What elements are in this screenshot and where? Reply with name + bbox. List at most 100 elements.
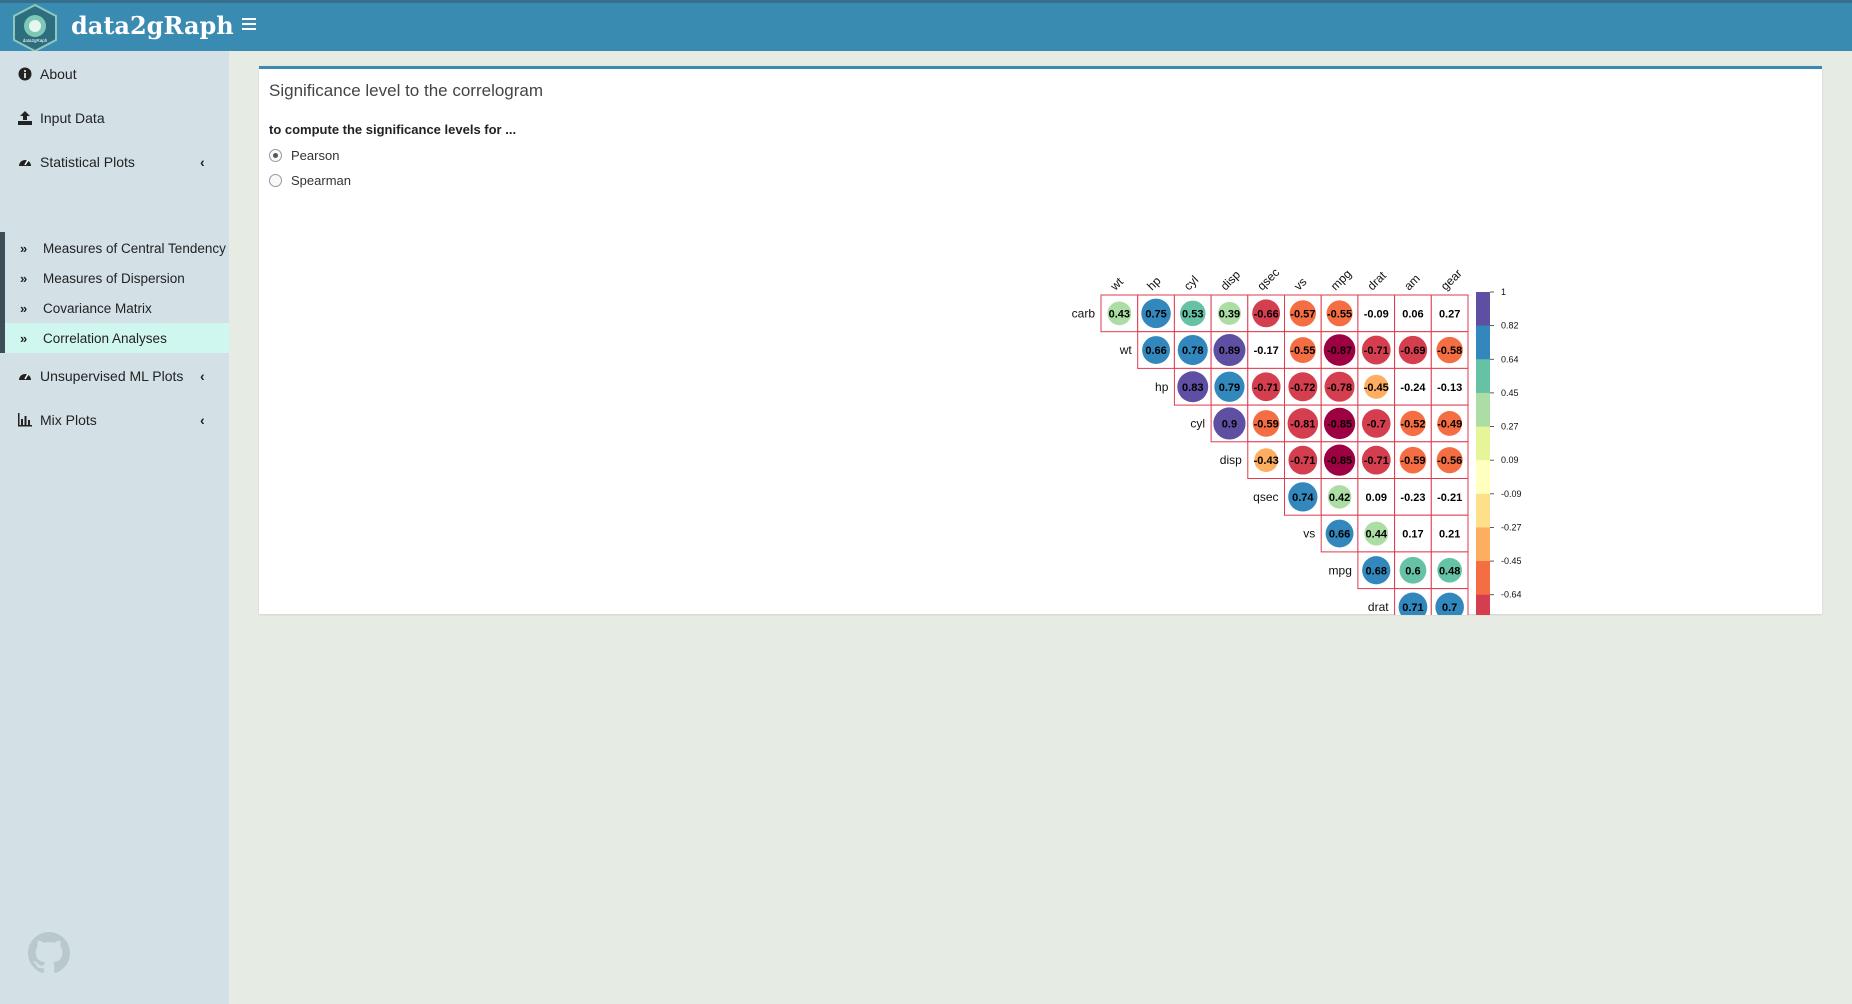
colorbar-segment [1476, 460, 1490, 495]
correlation-value: -0.57 [1290, 308, 1315, 320]
row-label: vs [1303, 527, 1315, 541]
github-icon[interactable] [28, 932, 70, 974]
sidebar-item-statistical-plots[interactable]: Statistical Plots ‹ [0, 142, 229, 182]
correlation-value: 0.79 [1219, 382, 1240, 394]
dashboard-icon [19, 373, 31, 380]
chevron-left-icon[interactable]: ‹ [200, 368, 205, 384]
correlation-value: 0.9 [1222, 418, 1237, 430]
sidebar-item-mix-plots[interactable]: Mix Plots ‹ [0, 400, 229, 440]
logo-text: data2gRaph [23, 38, 48, 43]
sidebar-subitem-label: Covariance Matrix [43, 300, 152, 316]
column-label: disp [1218, 267, 1244, 293]
sidebar: About Input Data Statistical Plots ‹ » M… [0, 51, 229, 1004]
column-label: mpg [1328, 267, 1354, 293]
upload-icon [18, 111, 32, 125]
column-label: drat [1364, 268, 1389, 293]
correlation-value: -0.66 [1254, 308, 1279, 320]
correlogram-panel: Significance level to the correlogram to… [259, 66, 1822, 615]
correlation-value: 0.71 [1402, 602, 1423, 614]
colorbar-segment [1476, 292, 1490, 327]
sidebar-subitem-correlation-analyses[interactable]: » Correlation Analyses [5, 323, 229, 353]
correlation-value: 0.06 [1402, 308, 1423, 320]
chevron-left-icon[interactable]: ‹ [200, 412, 205, 428]
row-label: wt [1119, 343, 1133, 357]
statistical-plots-submenu: » Measures of Central Tendency » Measure… [0, 232, 229, 353]
correlation-value: -0.85 [1327, 455, 1352, 467]
colorbar-tick-label: 0.64 [1501, 354, 1519, 364]
correlation-value: 0.17 [1402, 529, 1423, 541]
double-chevron-right-icon: » [20, 270, 28, 286]
sidebar-item-about[interactable]: About [0, 54, 229, 94]
colorbar-segment [1476, 527, 1490, 562]
panel-title: Significance level to the correlogram [269, 81, 544, 100]
sidebar-subitem-covariance-matrix[interactable]: » Covariance Matrix [5, 293, 229, 323]
sidebar-item-input-data[interactable]: Input Data [0, 98, 229, 138]
correlation-value: -0.71 [1364, 455, 1389, 467]
correlation-value: 0.78 [1182, 345, 1203, 357]
sidebar-subitem-label: Measures of Central Tendency [43, 240, 226, 256]
correlation-value: -0.09 [1364, 308, 1389, 320]
correlation-value: 0.89 [1219, 345, 1240, 357]
correlation-value: -0.55 [1290, 345, 1315, 357]
correlation-value: -0.71 [1254, 382, 1279, 394]
correlation-value: -0.59 [1254, 418, 1279, 430]
correlation-value: 0.6 [1405, 565, 1420, 577]
radio-button-spearman[interactable] [269, 173, 282, 187]
row-label: mpg [1329, 563, 1352, 577]
colorbar-tick-label: -0.64 [1501, 590, 1522, 600]
sidebar-item-label: Unsupervised ML Plots [40, 368, 184, 384]
correlation-value: -0.21 [1437, 492, 1462, 504]
info-circle-icon [18, 67, 32, 81]
colorbar-segment [1476, 325, 1490, 360]
correlation-value: -0.71 [1290, 455, 1315, 467]
column-label: gear [1438, 266, 1465, 293]
correlation-value: -0.78 [1327, 382, 1352, 394]
correlation-value: -0.69 [1400, 345, 1425, 357]
sidebar-item-label: Input Data [40, 110, 105, 126]
correlation-value: 0.09 [1366, 492, 1387, 504]
correlation-value: -0.56 [1437, 455, 1462, 467]
correlation-value: -0.13 [1437, 382, 1462, 394]
header-accent-bar [0, 0, 1852, 3]
colorbar-segment [1476, 359, 1490, 394]
correlation-value: -0.43 [1254, 455, 1279, 467]
colorbar-tick-label: -0.09 [1501, 489, 1522, 499]
colorbar-tick-label: 0.09 [1501, 455, 1519, 465]
correlation-value: -0.87 [1327, 345, 1352, 357]
sidebar-subitem-central-tendency[interactable]: » Measures of Central Tendency [5, 233, 229, 263]
chevron-left-icon[interactable]: ‹ [200, 154, 205, 170]
radio-button-pearson[interactable] [269, 148, 282, 162]
sidebar-subitem-dispersion[interactable]: » Measures of Dispersion [5, 263, 229, 293]
correlation-value: 0.75 [1145, 308, 1166, 320]
colorbar-tick-label: 0.27 [1501, 422, 1519, 432]
correlation-value: 0.44 [1366, 529, 1388, 541]
radio-pearson[interactable]: Pearson [269, 145, 339, 165]
correlation-value: 0.43 [1109, 308, 1130, 320]
correlation-value: -0.85 [1327, 418, 1352, 430]
column-label: qsec [1254, 265, 1282, 293]
app-title[interactable]: data2gRaph [71, 11, 234, 40]
sidebar-item-unsupervised-ml-plots[interactable]: Unsupervised ML Plots ‹ [0, 356, 229, 396]
column-label: am [1401, 271, 1423, 293]
correlation-value: 0.66 [1329, 529, 1350, 541]
row-label: carb [1072, 306, 1096, 320]
correlation-value: -0.49 [1437, 418, 1462, 430]
correlation-value: 0.27 [1439, 308, 1460, 320]
app-logo[interactable]: data2gRaph [13, 4, 57, 52]
dashboard-icon [19, 159, 31, 166]
correlation-value: -0.7 [1367, 418, 1386, 430]
correlation-value: 0.48 [1439, 565, 1460, 577]
colorbar-segment [1476, 594, 1490, 615]
correlation-value: 0.74 [1292, 492, 1314, 504]
correlation-value: 0.7 [1442, 602, 1457, 614]
column-label: cyl [1181, 273, 1201, 293]
colorbar-tick-label: 1 [1501, 287, 1506, 297]
correlation-value: 0.83 [1182, 382, 1203, 394]
correlation-value: 0.39 [1219, 308, 1240, 320]
radio-spearman[interactable]: Spearman [269, 170, 351, 190]
colorbar-tick-label: -0.27 [1501, 522, 1522, 532]
correlation-value: -0.81 [1290, 418, 1315, 430]
correlation-value: 0.42 [1329, 492, 1350, 504]
hamburger-icon[interactable] [242, 12, 258, 36]
colorbar-segment [1476, 392, 1490, 428]
